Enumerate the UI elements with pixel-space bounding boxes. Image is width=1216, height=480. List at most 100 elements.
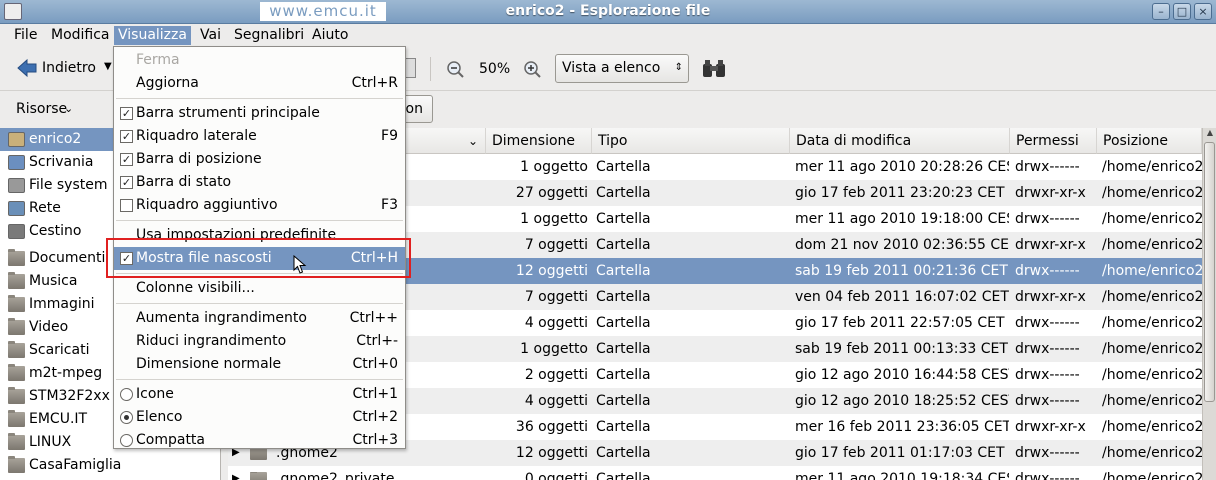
cell-position: /home/enrico2 bbox=[1102, 445, 1202, 461]
vertical-scrollbar[interactable]: ▲ bbox=[1202, 128, 1216, 480]
chevron-down-icon[interactable]: ⌄ bbox=[64, 102, 73, 115]
minimize-icon[interactable]: – bbox=[1152, 3, 1170, 20]
sidebar-item-label: enrico2 bbox=[29, 131, 82, 147]
scroll-thumb[interactable] bbox=[1204, 142, 1215, 402]
col-date-header[interactable]: Data di modifica bbox=[790, 128, 1010, 154]
close-icon[interactable]: × bbox=[1194, 3, 1212, 20]
zoom-out-icon[interactable] bbox=[446, 60, 464, 78]
menu-vai[interactable]: Vai bbox=[196, 26, 225, 45]
folder-icon bbox=[8, 295, 25, 312]
menu-accelerator: Ctrl+3 bbox=[352, 432, 398, 448]
menu-item-riquadro-laterale[interactable]: ✓ Riquadro laterale F9 bbox=[114, 125, 405, 148]
col-perm-header[interactable]: Permessi bbox=[1010, 128, 1097, 154]
checkbox-unchecked-icon bbox=[120, 199, 133, 212]
desktop-icon bbox=[8, 155, 25, 170]
sidebar-item-label: LINUX bbox=[29, 434, 72, 450]
menu-item-riduci-ingrandimento[interactable]: Riduci ingrandimento Ctrl+- bbox=[114, 330, 405, 353]
cell-type: Cartella bbox=[596, 393, 651, 409]
menu-item-label: Colonne visibili... bbox=[136, 280, 255, 296]
menu-aiuto[interactable]: Aiuto bbox=[308, 26, 352, 45]
menu-item-icone[interactable]: Icone Ctrl+1 bbox=[114, 383, 405, 406]
zoom-in-icon[interactable] bbox=[523, 60, 541, 78]
cell-type: Cartella bbox=[596, 159, 651, 175]
sidebar-item-label: Documenti bbox=[29, 250, 106, 266]
menu-item-label: Dimensione normale bbox=[136, 356, 282, 372]
view-mode-value: Vista a elenco bbox=[562, 60, 661, 76]
cell-size: 2 oggetti bbox=[524, 367, 588, 383]
menu-item-label: Compatta bbox=[136, 432, 206, 448]
cell-position: /home/enrico2 bbox=[1102, 471, 1202, 480]
sidebar-item-label: Musica bbox=[29, 273, 78, 289]
sidebar-item-casafamiglia[interactable]: CasaFamiglia bbox=[0, 454, 221, 477]
menu-item-barra-strumenti-principale[interactable]: ✓ Barra strumenti principale bbox=[114, 102, 405, 125]
view-mode-select[interactable]: Vista a elenco ⇕ bbox=[555, 54, 689, 83]
menu-item-label: Riquadro laterale bbox=[136, 128, 257, 144]
menu-item-label: Aumenta ingrandimento bbox=[136, 310, 307, 326]
menu-item-dimensione-normale[interactable]: Dimensione normale Ctrl+0 bbox=[114, 353, 405, 376]
checkbox-checked-icon: ✓ bbox=[120, 176, 133, 189]
scroll-up-icon[interactable]: ▲ bbox=[1204, 128, 1216, 140]
expander-icon[interactable]: ▶ bbox=[232, 466, 240, 480]
cell-size: 12 oggetti bbox=[515, 445, 588, 461]
menu-bar: File Modifica Visualizza Vai Segnalibri … bbox=[0, 24, 1216, 47]
home-icon bbox=[8, 132, 25, 147]
menu-item-barra-di-stato[interactable]: ✓ Barra di stato bbox=[114, 171, 405, 194]
table-row[interactable]: ▶ .gnome2_private 0 oggetti Cartella mer 11 … bbox=[228, 466, 1202, 480]
menu-item-label: Barra di posizione bbox=[136, 151, 262, 167]
binoculars-icon[interactable] bbox=[702, 59, 726, 79]
menu-item-elenco[interactable]: Elenco Ctrl+2 bbox=[114, 406, 405, 429]
radio-selected-icon bbox=[120, 411, 133, 424]
cell-type: Cartella bbox=[596, 211, 651, 227]
menu-item-riquadro-aggiuntivo[interactable]: Riquadro aggiuntivo F3 bbox=[114, 194, 405, 217]
back-arrow-icon[interactable] bbox=[16, 57, 38, 79]
col-size-header[interactable]: Dimensione bbox=[486, 128, 592, 154]
sort-chevron-icon: ⌄ bbox=[468, 134, 479, 148]
menu-accelerator: Ctrl+1 bbox=[352, 386, 398, 402]
menu-item-ferma: Ferma bbox=[114, 49, 405, 72]
menu-item-label: Icone bbox=[136, 386, 174, 402]
menu-item-barra-di-posizione[interactable]: ✓ Barra di posizione bbox=[114, 148, 405, 171]
cell-position: /home/enrico2 bbox=[1102, 263, 1202, 279]
col-type-header[interactable]: Tipo bbox=[592, 128, 790, 154]
menu-item-colonne-visibili[interactable]: Colonne visibili... bbox=[114, 277, 405, 300]
menu-accelerator: Ctrl+- bbox=[356, 333, 398, 349]
menu-segnalibri[interactable]: Segnalibri bbox=[230, 26, 308, 45]
menu-modifica[interactable]: Modifica bbox=[47, 26, 114, 45]
sidebar-item-label: Scaricati bbox=[29, 342, 90, 358]
menu-file[interactable]: File bbox=[10, 26, 41, 45]
maximize-icon[interactable]: □ bbox=[1173, 3, 1191, 20]
back-dropdown-icon[interactable]: ▼ bbox=[104, 61, 112, 72]
cell-position: /home/enrico2 bbox=[1102, 393, 1202, 409]
file-name: .gnome2_private bbox=[276, 471, 395, 480]
menu-visualizza[interactable]: Visualizza bbox=[114, 26, 191, 45]
cell-position: /home/enrico2 bbox=[1102, 185, 1202, 201]
col-pos-header[interactable]: Posizione bbox=[1097, 128, 1202, 154]
cell-permissions: drwx------ bbox=[1015, 341, 1080, 357]
menu-item-aggiorna[interactable]: Aggiorna Ctrl+R bbox=[114, 72, 405, 95]
cell-size: 12 oggetti bbox=[515, 263, 588, 279]
filesystem-icon bbox=[8, 178, 25, 193]
menu-item-label: Barra di stato bbox=[136, 174, 232, 190]
updown-arrows-icon: ⇕ bbox=[674, 62, 683, 73]
cell-type: Cartella bbox=[596, 289, 651, 305]
folder-icon bbox=[8, 410, 25, 427]
menu-item-aumenta-ingrandimento[interactable]: Aumenta ingrandimento Ctrl++ bbox=[114, 307, 405, 330]
folder-icon bbox=[8, 341, 25, 358]
cell-position: /home/enrico2 bbox=[1102, 237, 1202, 253]
menu-accelerator: Ctrl+0 bbox=[352, 356, 398, 372]
back-button[interactable]: Indietro bbox=[42, 60, 96, 76]
cell-size: 36 oggetti bbox=[515, 419, 588, 435]
folder-icon bbox=[8, 364, 25, 381]
cell-type: Cartella bbox=[596, 445, 651, 461]
zoom-level: 50% bbox=[479, 61, 511, 77]
cell-size: 0 oggetti bbox=[524, 471, 588, 480]
places-dropdown[interactable]: Risorse bbox=[16, 101, 67, 117]
cell-permissions: drwx------ bbox=[1015, 445, 1080, 461]
checkbox-checked-icon: ✓ bbox=[120, 107, 133, 120]
menu-item-label: Riquadro aggiuntivo bbox=[136, 197, 278, 213]
cell-date: gio 17 feb 2011 01:17:03 CET bbox=[795, 445, 1005, 461]
menu-separator bbox=[116, 98, 403, 99]
checkbox-checked-icon: ✓ bbox=[120, 130, 133, 143]
menu-item-compatta[interactable]: Compatta Ctrl+3 bbox=[114, 429, 405, 452]
cell-date: gio 12 ago 2010 18:25:52 CEST bbox=[795, 393, 1009, 409]
